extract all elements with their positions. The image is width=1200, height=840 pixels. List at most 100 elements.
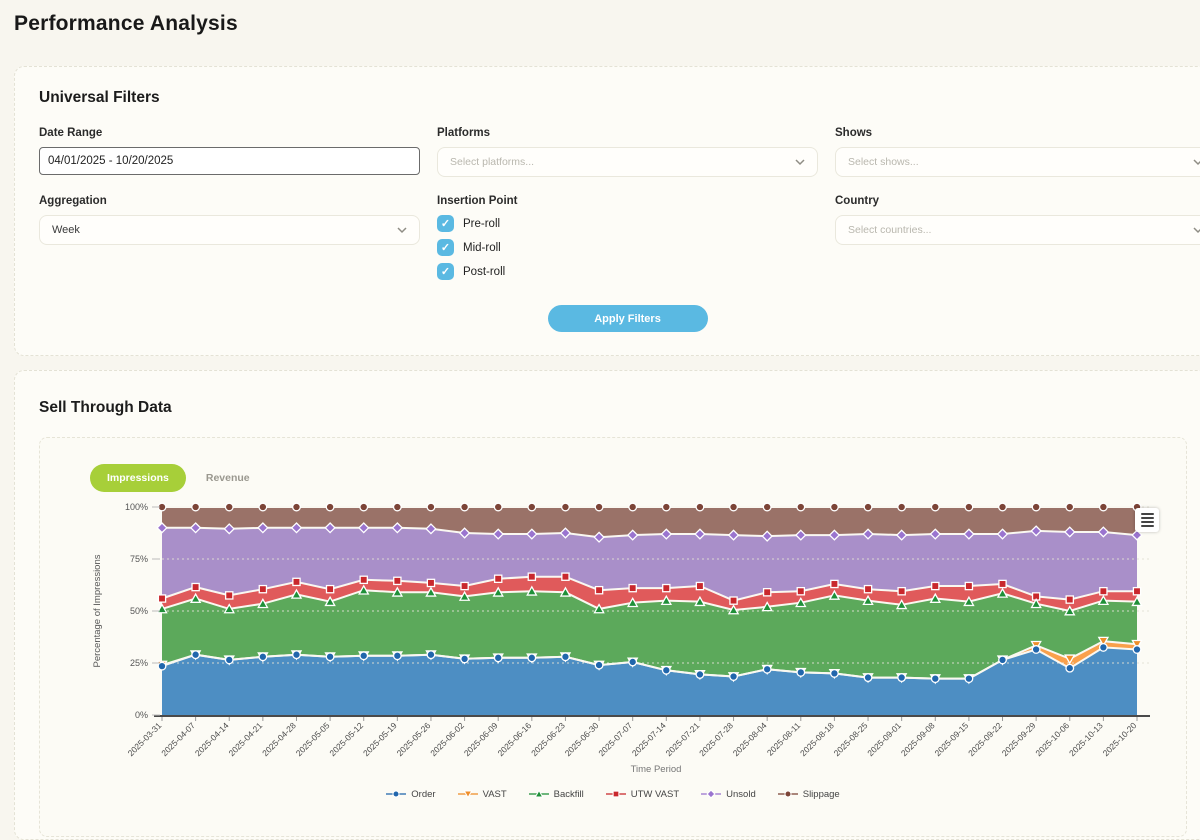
chart-marker	[696, 671, 704, 679]
circle-legend-icon	[778, 788, 798, 800]
country-select[interactable]: Select countries...	[835, 215, 1200, 245]
aggregation-field: Aggregation Week	[39, 195, 420, 287]
legend-item-backfill[interactable]: Backfill	[529, 788, 584, 800]
chevron-down-icon	[1193, 227, 1200, 234]
x-tick-label: 2025-09-01	[865, 720, 903, 758]
chart-marker	[259, 586, 266, 593]
chevron-down-icon	[397, 227, 407, 234]
legend-item-unsold[interactable]: Unsold	[701, 788, 756, 800]
chart-marker	[327, 586, 334, 593]
chart-marker	[797, 588, 804, 595]
x-tick-label: 2025-08-25	[832, 720, 870, 758]
mid-roll-checkbox[interactable]: ✓	[437, 239, 454, 256]
chart-marker	[696, 582, 703, 589]
y-tick-label: 100%	[125, 502, 148, 512]
spacer	[39, 305, 420, 332]
chart-marker	[965, 582, 972, 589]
chart-marker	[394, 652, 402, 660]
chart-marker	[864, 503, 872, 511]
chart-marker	[1133, 588, 1140, 595]
chart-marker	[427, 651, 435, 659]
chart-marker	[1066, 664, 1074, 672]
mid-roll-label: Mid-roll	[463, 242, 501, 254]
y-tick-label: 75%	[130, 554, 148, 564]
chart-marker	[663, 503, 671, 511]
x-tick-label: 2025-06-16	[495, 720, 533, 758]
circle-legend-icon	[386, 788, 406, 800]
chart-marker	[226, 592, 233, 599]
chart-marker	[932, 582, 939, 589]
chart-marker	[613, 791, 619, 797]
chart-marker	[326, 653, 334, 661]
chart-marker	[461, 582, 468, 589]
legend-label: UTW VAST	[631, 789, 679, 800]
shows-select[interactable]: Select shows...	[835, 147, 1200, 177]
check-icon: ✓	[441, 217, 450, 230]
legend-item-slippage[interactable]: Slippage	[778, 788, 840, 800]
shows-placeholder: Select shows...	[848, 156, 919, 168]
legend-item-order[interactable]: Order	[386, 788, 435, 800]
chart-marker	[427, 579, 434, 586]
chart-marker	[293, 503, 301, 511]
x-tick-label: 2025-04-14	[193, 720, 231, 758]
chart-marker	[707, 790, 715, 798]
apply-filters-button[interactable]: Apply Filters	[548, 305, 708, 332]
chart-marker	[1133, 646, 1141, 654]
apply-button-row: Apply Filters	[437, 305, 818, 332]
x-tick-label: 2025-05-19	[361, 720, 399, 758]
triangle-down-legend-icon	[458, 788, 478, 800]
chart-marker	[864, 586, 871, 593]
spacer	[835, 305, 1200, 332]
chart-legend: Order VAST Backfill UTW VAST Unsold Slippage	[40, 788, 1186, 800]
sell-through-panel: Sell Through Data Impressions Revenue 20…	[14, 370, 1200, 840]
chart-marker	[192, 651, 200, 659]
x-tick-label: 2025-06-23	[529, 720, 567, 758]
chart-marker	[360, 576, 367, 583]
legend-item-vast[interactable]: VAST	[458, 788, 507, 800]
chart-marker	[192, 583, 199, 590]
chart-card: Impressions Revenue 2025-03-312025-04-07…	[39, 437, 1187, 837]
chart-marker	[898, 503, 906, 511]
chart-marker	[293, 651, 301, 659]
chart-marker	[225, 656, 233, 664]
chart-menu-button[interactable]	[1135, 508, 1159, 532]
chevron-down-icon	[1193, 159, 1200, 166]
x-tick-label: 2025-08-11	[765, 720, 803, 758]
chart-tabs: Impressions Revenue	[90, 464, 254, 492]
x-tick-label: 2025-07-28	[697, 720, 735, 758]
platforms-select[interactable]: Select platforms...	[437, 147, 818, 177]
chart-marker	[999, 503, 1007, 511]
universal-filters-panel: Universal Filters Date Range Platforms S…	[14, 66, 1200, 356]
chart-marker	[562, 503, 570, 511]
chart-marker	[259, 653, 267, 661]
chart-marker	[158, 595, 165, 602]
x-tick-label: 2025-09-29	[1000, 720, 1038, 758]
check-icon: ✓	[441, 265, 450, 278]
legend-label: Order	[411, 789, 435, 800]
x-tick-label: 2025-08-04	[731, 720, 769, 758]
chart-marker	[629, 503, 637, 511]
platforms-label: Platforms	[437, 127, 818, 139]
chart-marker	[763, 665, 771, 673]
legend-item-utw-vast[interactable]: UTW VAST	[606, 788, 679, 800]
post-roll-checkbox[interactable]: ✓	[437, 263, 454, 280]
chart-marker	[461, 503, 469, 511]
chart-marker	[864, 674, 872, 682]
check-icon: ✓	[441, 241, 450, 254]
x-tick-label: 2025-04-21	[226, 720, 264, 758]
x-tick-label: 2025-10-13	[1067, 720, 1105, 758]
chart-marker	[293, 578, 300, 585]
chart-marker	[663, 666, 671, 674]
country-label: Country	[835, 195, 1200, 207]
chart-marker	[528, 573, 535, 580]
platforms-field: Platforms Select platforms...	[437, 127, 818, 177]
aggregation-select[interactable]: Week	[39, 215, 420, 245]
date-range-input[interactable]	[39, 147, 420, 175]
tab-revenue[interactable]: Revenue	[202, 464, 254, 492]
tab-impressions[interactable]: Impressions	[90, 464, 186, 492]
chart-marker	[764, 589, 771, 596]
x-tick-label: 2025-10-06	[1033, 720, 1071, 758]
pre-roll-checkbox[interactable]: ✓	[437, 215, 454, 232]
chart-marker	[461, 655, 469, 663]
chart-marker	[965, 675, 973, 683]
